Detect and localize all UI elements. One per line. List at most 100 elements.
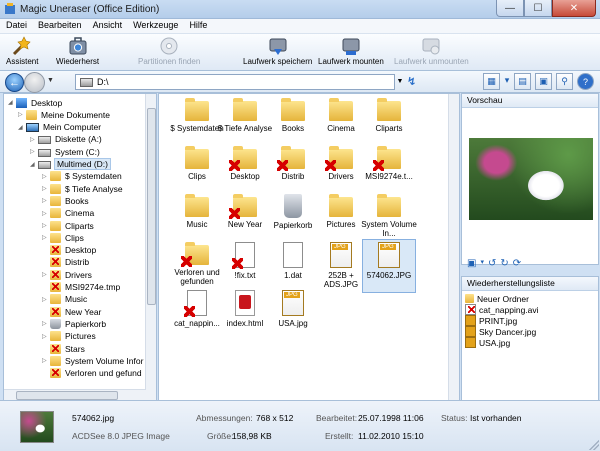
file-list[interactable]: $ Systemdaten $ Tiefe Analyse Books Cinema C… xyxy=(158,93,460,401)
recovery-list-item[interactable]: Neuer Ordner xyxy=(465,293,529,304)
toggle-tree-button[interactable]: ▤ xyxy=(514,73,531,90)
tree-expander-icon[interactable]: ▷ xyxy=(30,148,38,155)
file-item[interactable]: USA.jpg xyxy=(267,288,319,340)
tree-expander-icon[interactable]: ▷ xyxy=(42,296,50,303)
recovery-list-item[interactable]: cat_napping.avi xyxy=(465,304,539,315)
path-input[interactable]: D:\ xyxy=(75,74,395,90)
tree-item[interactable]: ◢ Multimed (D:) xyxy=(30,158,112,171)
history-dropdown[interactable]: ▼ xyxy=(47,77,54,84)
tree-expander-icon[interactable]: ▷ xyxy=(42,197,50,204)
file-item[interactable]: Cliparts xyxy=(363,96,415,148)
file-item[interactable]: Drivers xyxy=(315,144,367,196)
file-item[interactable]: Papierkorb xyxy=(267,192,319,244)
recover-button[interactable]: Wiederherst xyxy=(56,35,99,66)
view-mode-dropdown[interactable]: ▾ xyxy=(504,73,510,88)
file-item[interactable]: 1.dat xyxy=(267,240,319,292)
file-item[interactable]: index.html xyxy=(219,288,271,340)
mount-drive-button[interactable]: Laufwerk mounten xyxy=(318,35,384,66)
menu-ansicht[interactable]: Ansicht xyxy=(87,19,128,33)
file-item[interactable]: $ Systemdaten xyxy=(170,96,224,148)
refresh-icon[interactable]: ↯ xyxy=(407,75,419,88)
wizard-button[interactable]: Assistent xyxy=(6,35,38,66)
close-button[interactable]: ✕ xyxy=(552,0,596,17)
tree-vertical-scrollbar[interactable] xyxy=(145,94,156,400)
tree-expander-icon[interactable]: ◢ xyxy=(30,161,38,168)
menu-werkzeuge[interactable]: Werkzeuge xyxy=(127,19,183,33)
scroll-thumb[interactable] xyxy=(147,108,156,305)
tree-expander-icon[interactable]: ▷ xyxy=(42,185,50,192)
tree-item[interactable]: Stars xyxy=(42,342,85,355)
maximize-button[interactable]: ☐ xyxy=(524,0,552,17)
tree-item[interactable]: ▷ Pictures xyxy=(42,330,96,343)
refresh-preview-icon[interactable]: ⟳ xyxy=(513,258,521,269)
file-item[interactable]: System Volume In... xyxy=(361,192,417,244)
scroll-thumb[interactable] xyxy=(16,391,118,400)
file-item[interactable]: $ Tiefe Analyse xyxy=(218,96,272,148)
tree-expander-icon[interactable]: ◢ xyxy=(8,99,16,106)
tree-expander-icon[interactable]: ▷ xyxy=(42,173,50,180)
file-item[interactable]: !fix.txt xyxy=(219,240,271,292)
tree-item[interactable]: MSI9274e.tmp xyxy=(42,281,120,294)
menu-hilfe[interactable]: Hilfe xyxy=(183,19,212,33)
tree-item[interactable]: ▷ System Volume Infor xyxy=(42,354,143,367)
resize-grip[interactable] xyxy=(589,440,599,450)
unmount-drive-button[interactable]: Laufwerk unmounten xyxy=(394,35,469,66)
search-button[interactable]: ⚲ xyxy=(556,73,573,90)
tree-expander-icon[interactable]: ▷ xyxy=(42,271,50,278)
tree-expander-icon[interactable]: ▷ xyxy=(30,136,38,143)
file-item[interactable]: Verloren und gefunden xyxy=(171,240,223,292)
file-item[interactable]: Desktop xyxy=(219,144,271,196)
tree-item[interactable]: ▷ Clips xyxy=(42,231,84,244)
file-item[interactable]: Distrib xyxy=(267,144,319,196)
view-mode-button[interactable]: ▦ xyxy=(483,73,500,90)
folder-tree[interactable]: ◢ Desktop ▷ Meine Dokumente ◢ Mein Computer ▷ D… xyxy=(3,93,157,401)
file-item[interactable]: Music xyxy=(171,192,223,244)
tree-item[interactable]: ▷ System (C:) xyxy=(30,145,100,158)
tree-item[interactable]: ◢ Desktop xyxy=(8,96,62,109)
tree-item[interactable]: Distrib xyxy=(42,256,89,269)
help-button[interactable]: ? xyxy=(577,73,594,90)
tree-item[interactable]: Verloren und gefund xyxy=(42,367,142,380)
file-item[interactable]: Cinema xyxy=(315,96,367,148)
tree-expander-icon[interactable]: ▷ xyxy=(42,333,50,340)
rotate-right-icon[interactable]: ↻ xyxy=(500,258,508,269)
tree-item[interactable]: ▷ Diskette (A:) xyxy=(30,133,102,146)
tree-item[interactable]: ◢ Mein Computer xyxy=(18,121,101,134)
file-item[interactable]: cat_nappin... xyxy=(171,288,223,340)
tree-expander-icon[interactable]: ▷ xyxy=(42,357,50,364)
save-drive-button[interactable]: Laufwerk speichern xyxy=(243,35,312,66)
minimize-button[interactable]: — xyxy=(496,0,524,17)
tree-expander-icon[interactable]: ▷ xyxy=(42,222,50,229)
image-mode-dropdown[interactable]: ▾ xyxy=(480,258,484,269)
find-partitions-button[interactable]: Partitionen finden xyxy=(138,35,200,66)
file-item[interactable]: Clips xyxy=(171,144,223,196)
file-item[interactable]: Books xyxy=(267,96,319,148)
tree-item[interactable]: ▷ Drivers xyxy=(42,268,92,281)
path-dropdown[interactable]: ▼ xyxy=(395,74,405,88)
tree-item[interactable]: Desktop xyxy=(42,244,96,257)
tree-item[interactable]: ▷ $ Systemdaten xyxy=(42,170,122,183)
recovery-list-item[interactable]: PRINT.jpg xyxy=(465,315,517,326)
file-list-scrollbar[interactable] xyxy=(448,94,459,400)
forward-button[interactable] xyxy=(24,72,45,93)
tree-expander-icon[interactable]: ▷ xyxy=(42,210,50,217)
tree-item[interactable]: ▷ Cinema xyxy=(42,207,94,220)
image-mode-icon[interactable]: ▣ xyxy=(467,258,476,269)
tree-item[interactable]: ▷ Music xyxy=(42,293,87,306)
tree-item[interactable]: ▷ Meine Dokumente xyxy=(18,108,110,121)
file-item[interactable]: New Year xyxy=(219,192,271,244)
save-button[interactable]: ▣ xyxy=(535,73,552,90)
tree-item[interactable]: ▷ Cliparts xyxy=(42,219,94,232)
file-item[interactable]: 574062.JPG xyxy=(362,239,416,293)
tree-expander-icon[interactable]: ◢ xyxy=(18,124,26,131)
menu-bearbeiten[interactable]: Bearbeiten xyxy=(32,19,87,33)
tree-item[interactable]: ▷ Books xyxy=(42,194,89,207)
tree-expander-icon[interactable]: ▷ xyxy=(42,234,50,241)
tree-item[interactable]: ▷ Papierkorb xyxy=(42,317,106,330)
file-item[interactable]: MSI9274e.t... xyxy=(363,144,415,196)
tree-item[interactable]: ▷ $ Tiefe Analyse xyxy=(42,182,123,195)
menu-datei[interactable]: Datei xyxy=(0,19,32,33)
rotate-left-icon[interactable]: ↺ xyxy=(488,258,496,269)
back-button[interactable]: ← xyxy=(5,73,24,92)
tree-expander-icon[interactable]: ▷ xyxy=(18,111,26,118)
